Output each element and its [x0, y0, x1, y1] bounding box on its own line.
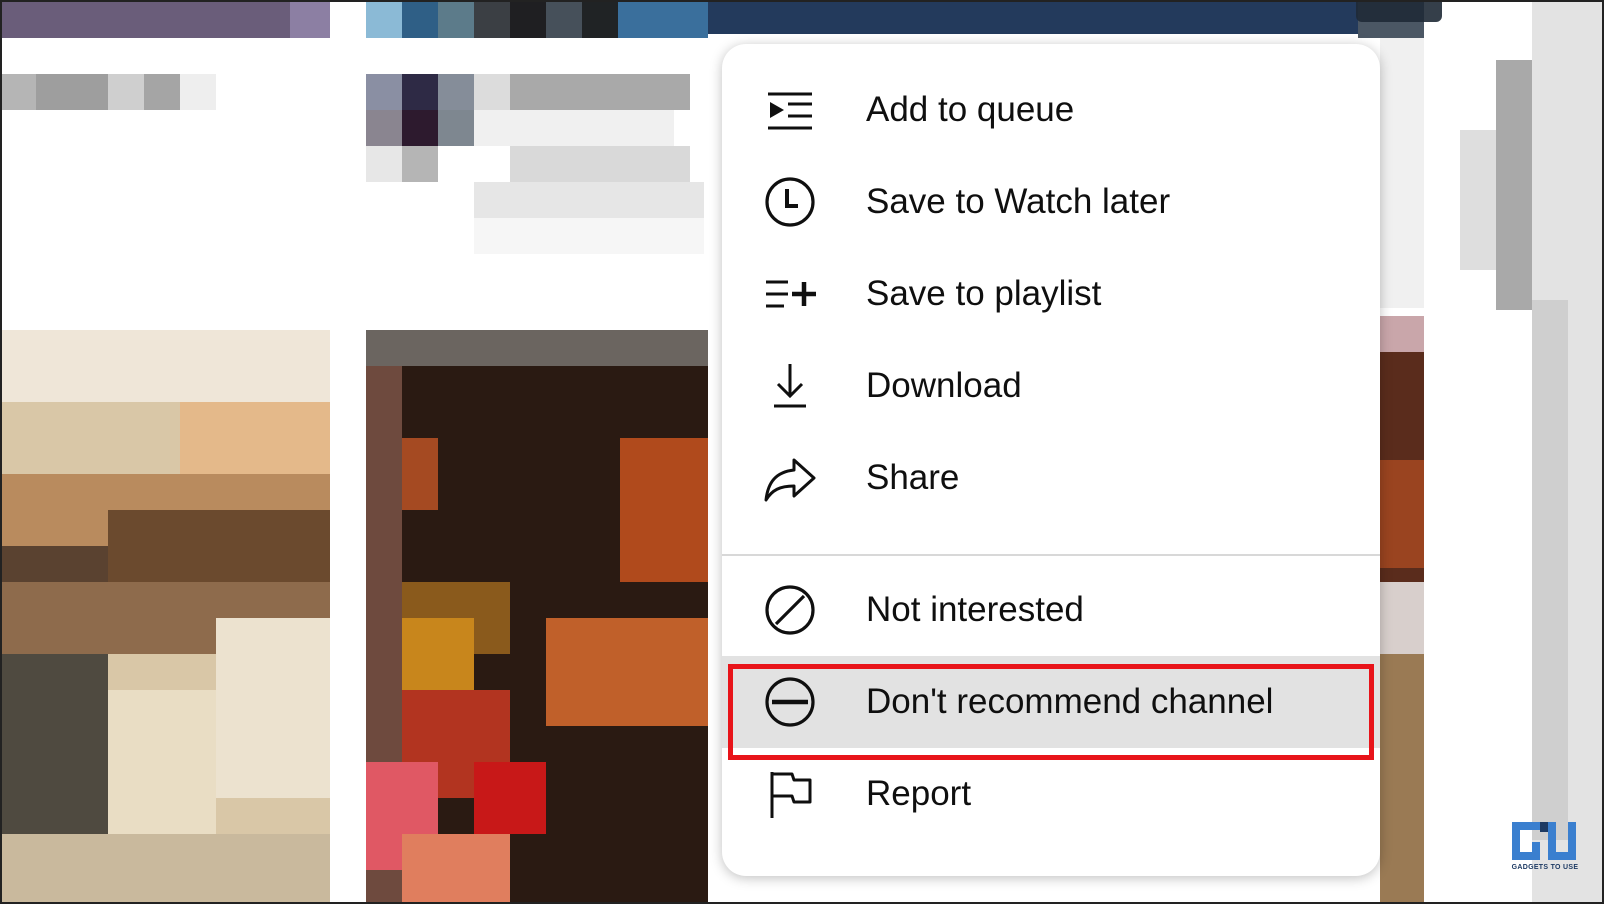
not-interested-icon — [764, 584, 816, 636]
gadgets-to-use-watermark-logo: GADGETS TO USE — [1506, 818, 1584, 876]
menu-item-report[interactable]: Report — [722, 748, 1380, 840]
menu-item-dont-recommend-channel[interactable]: Don't recommend channel — [722, 656, 1380, 748]
gadgets-to-use-logo-icon — [1512, 822, 1576, 860]
video-duration-badge — [1356, 0, 1442, 22]
share-arrow-icon — [764, 452, 816, 504]
add-to-queue-icon — [764, 84, 816, 136]
video-options-menu: Add to queue Save to Watch later Save to… — [722, 44, 1380, 876]
menu-item-label: Download — [866, 366, 1022, 405]
clock-icon — [764, 176, 816, 228]
menu-item-add-to-queue[interactable]: Add to queue — [722, 64, 1380, 156]
flag-icon — [764, 768, 816, 820]
menu-item-label: Save to playlist — [866, 274, 1102, 313]
menu-item-save-to-playlist[interactable]: Save to playlist — [722, 248, 1380, 340]
menu-item-label: Save to Watch later — [866, 182, 1171, 221]
menu-item-label: Don't recommend channel — [866, 682, 1274, 721]
playlist-add-icon — [764, 268, 816, 320]
watermark-text: GADGETS TO USE — [1511, 864, 1579, 871]
menu-item-not-interested[interactable]: Not interested — [722, 564, 1380, 656]
menu-item-label: Share — [866, 458, 960, 497]
menu-item-label: Report — [866, 774, 972, 813]
minus-circle-icon — [764, 676, 816, 728]
menu-item-share[interactable]: Share — [722, 432, 1380, 524]
menu-item-label: Add to queue — [866, 90, 1075, 129]
menu-divider — [722, 554, 1380, 556]
download-icon — [764, 360, 816, 412]
menu-item-label: Not interested — [866, 590, 1084, 629]
menu-item-download[interactable]: Download — [722, 340, 1380, 432]
menu-item-save-to-watch-later[interactable]: Save to Watch later — [722, 156, 1380, 248]
